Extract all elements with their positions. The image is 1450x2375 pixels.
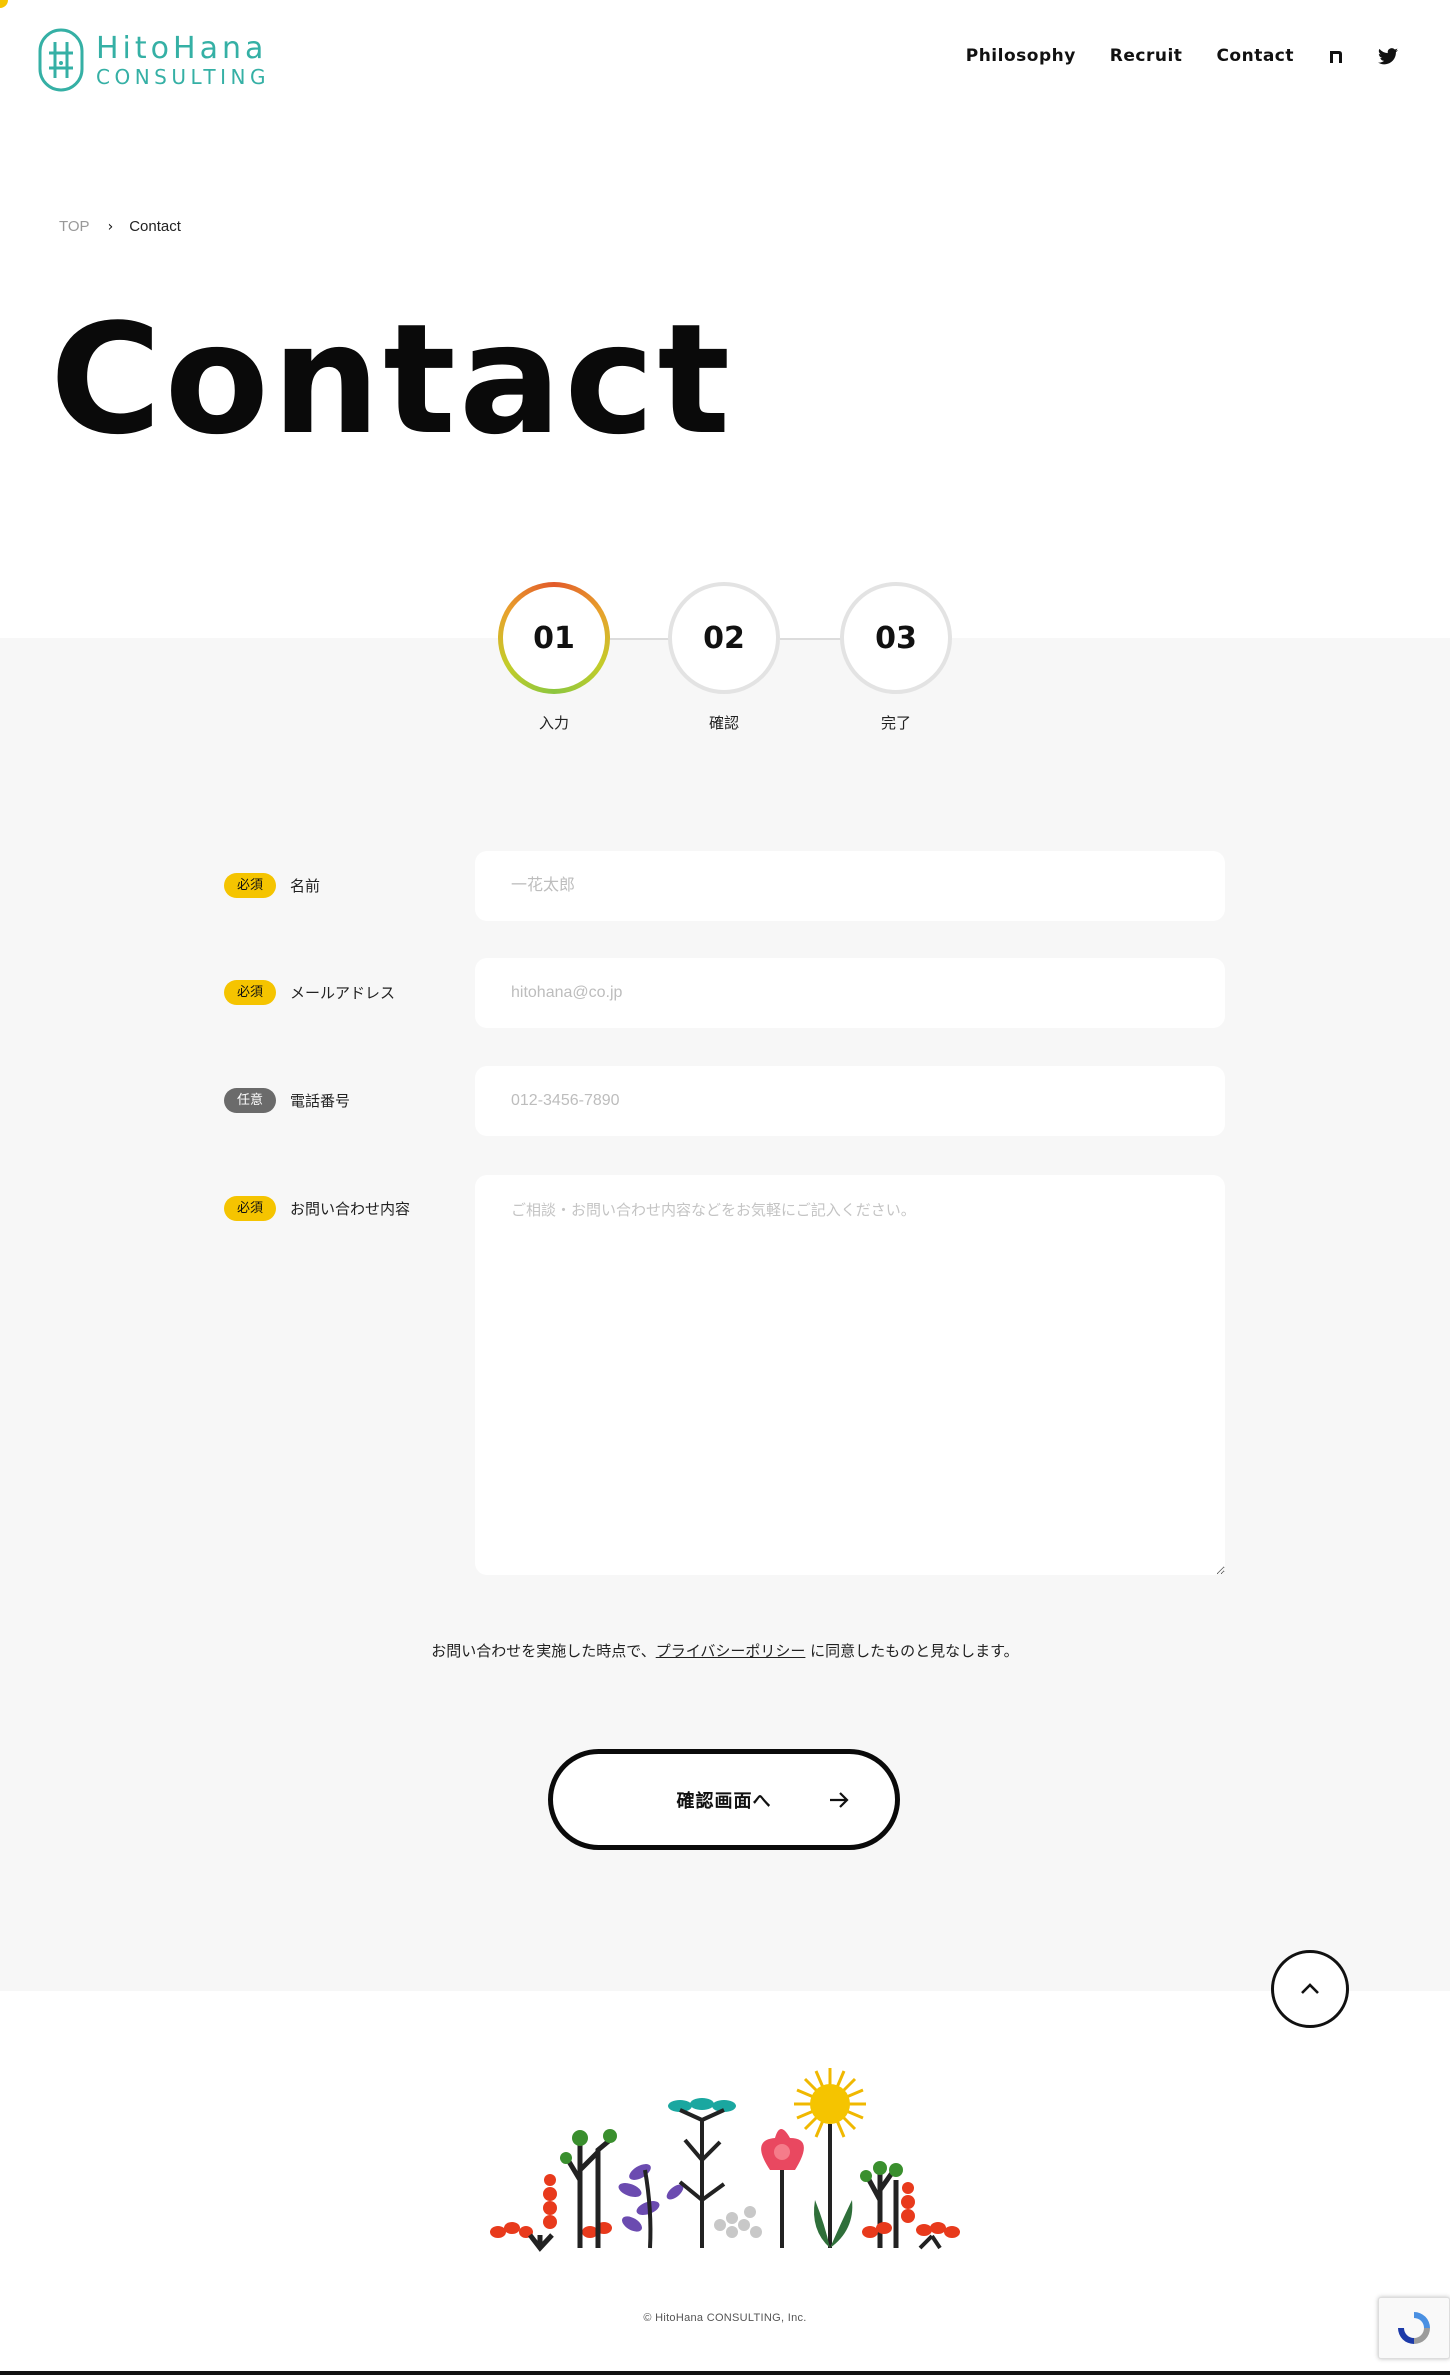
phone-label: 電話番号: [290, 1092, 351, 1110]
recaptcha-icon: [1398, 2312, 1430, 2344]
back-to-top-button[interactable]: [1271, 1950, 1349, 2028]
step-label: 入力: [538, 714, 569, 732]
site-header: HitoHana CONSULTING Philosophy Recruit C…: [0, 0, 1450, 120]
step-connector: [610, 638, 672, 640]
nav-recruit[interactable]: Recruit: [1110, 46, 1183, 66]
logo[interactable]: HitoHana CONSULTING: [38, 28, 270, 92]
required-badge: 必須: [224, 873, 276, 898]
step-circle: 01: [498, 582, 610, 694]
step-connector: [780, 638, 842, 640]
message-label: お問い合わせ内容: [290, 1200, 411, 1218]
nav-contact[interactable]: Contact: [1216, 46, 1294, 66]
optional-badge: 任意: [224, 1088, 276, 1113]
required-badge: 必須: [224, 980, 276, 1005]
chevron-right-icon: ›: [107, 218, 114, 235]
step-label: 完了: [880, 714, 911, 732]
logo-name: HitoHana: [96, 31, 268, 66]
recaptcha-badge[interactable]: [1378, 2297, 1450, 2359]
step-input: 01 入力: [498, 582, 610, 733]
flower-illustration: [490, 2068, 960, 2252]
bottom-bar: [0, 2371, 1450, 2375]
name-row: 必須 名前: [224, 873, 320, 898]
name-input[interactable]: [475, 851, 1225, 921]
privacy-policy-link[interactable]: プライバシーポリシー: [656, 1642, 806, 1660]
message-row: 必須 お問い合わせ内容: [224, 1196, 410, 1221]
step-circle: 03: [840, 582, 952, 694]
logo-mark-icon: [38, 28, 84, 92]
nav-philosophy[interactable]: Philosophy: [966, 46, 1076, 66]
message-textarea[interactable]: [475, 1175, 1225, 1575]
phone-input[interactable]: [475, 1066, 1225, 1136]
main-nav: Philosophy Recruit Contact: [932, 46, 1398, 66]
email-label: メールアドレス: [290, 984, 396, 1002]
arrow-right-icon: [830, 1792, 849, 1808]
required-badge: 必須: [224, 1196, 276, 1221]
breadcrumb-current: Contact: [129, 218, 181, 235]
copyright: © HitoHana CONSULTING, Inc.: [643, 2312, 807, 2324]
step-label: 確認: [708, 714, 739, 732]
phone-row: 任意 電話番号: [224, 1088, 350, 1113]
breadcrumb-home[interactable]: TOP: [59, 218, 90, 235]
note-icon[interactable]: [1326, 46, 1346, 66]
email-row: 必須 メールアドレス: [224, 980, 395, 1005]
chevron-up-icon: [1301, 1983, 1319, 1994]
step-circle: 02: [668, 582, 780, 694]
confirm-button-label: 確認画面へ: [676, 1790, 772, 1812]
step-complete: 03 完了: [840, 582, 952, 733]
confirm-button[interactable]: 確認画面へ: [548, 1749, 900, 1850]
step-confirm: 02 確認: [668, 582, 780, 733]
privacy-consent-text: お問い合わせを実施した時点で、プライバシーポリシー に同意したものと見なします。: [431, 1642, 1019, 1660]
email-input[interactable]: [475, 958, 1225, 1028]
twitter-icon[interactable]: [1378, 46, 1398, 66]
page-title: Contact: [50, 291, 734, 468]
breadcrumb: TOP › Contact: [59, 218, 181, 235]
name-label: 名前: [290, 877, 321, 895]
form-steps: 01 入力 02 確認 03 完了: [0, 582, 1450, 732]
logo-subtitle: CONSULTING: [96, 65, 270, 89]
